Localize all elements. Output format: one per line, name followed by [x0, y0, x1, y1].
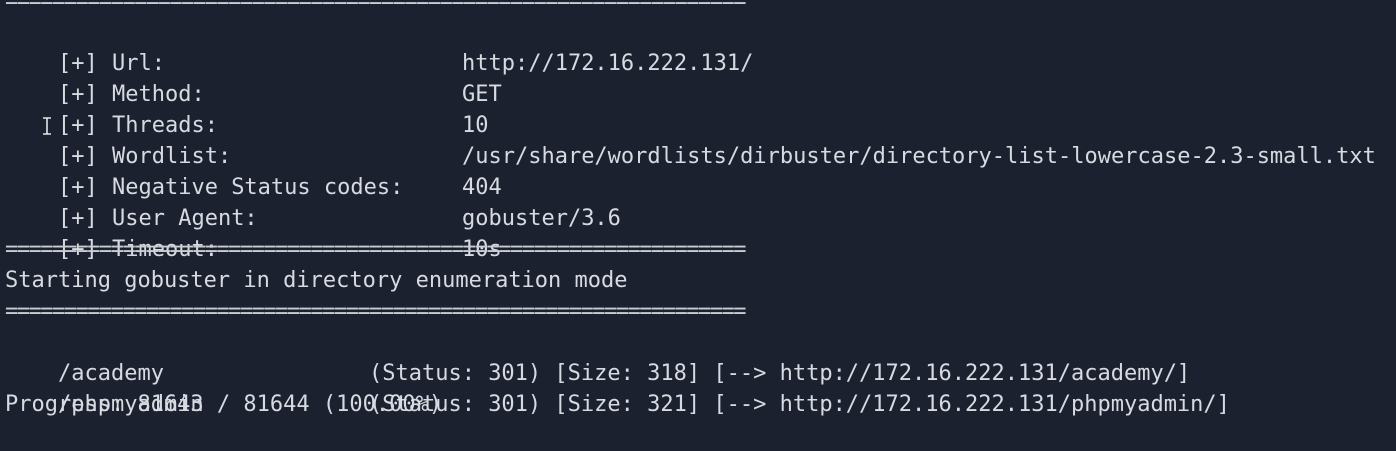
config-line-threads: [+] Threads: 10 — [5, 79, 1395, 138]
separator-line: ========================================… — [5, 237, 746, 262]
terminal-output[interactable]: ========================================… — [5, 0, 1395, 420]
config-line-user-agent: [+] User Agent: gobuster/3.6 — [5, 172, 1395, 231]
config-line-wordlist: [+] Wordlist:/usr/share/wordlists/dirbust… — [5, 110, 1395, 169]
config-line-status-codes: [+] Negative Status codes: 404 — [5, 141, 1395, 200]
config-line-method: [+] Method: GET — [5, 48, 1395, 135]
separator-line: ========================================… — [5, 0, 746, 14]
progress-line: Progress: 81643 / 81644 (100.00%) — [5, 392, 443, 417]
result-line-academy: /academy (Status: 301) [Size: 318] [--> h… — [5, 327, 1395, 386]
start-message: Starting gobuster in directory enumerati… — [5, 268, 628, 293]
text-cursor-icon — [42, 55, 52, 135]
config-line-timeout: [+] Timeout: 10s — [5, 203, 1395, 262]
separator-line: ========================================… — [5, 299, 746, 324]
result-line-phpmyadmin: /phpmyadmin (Status: 301) [Size: 321] [--… — [5, 358, 1395, 417]
config-line-url: [+] Url: http://172.16.222.131/ — [5, 17, 1395, 76]
